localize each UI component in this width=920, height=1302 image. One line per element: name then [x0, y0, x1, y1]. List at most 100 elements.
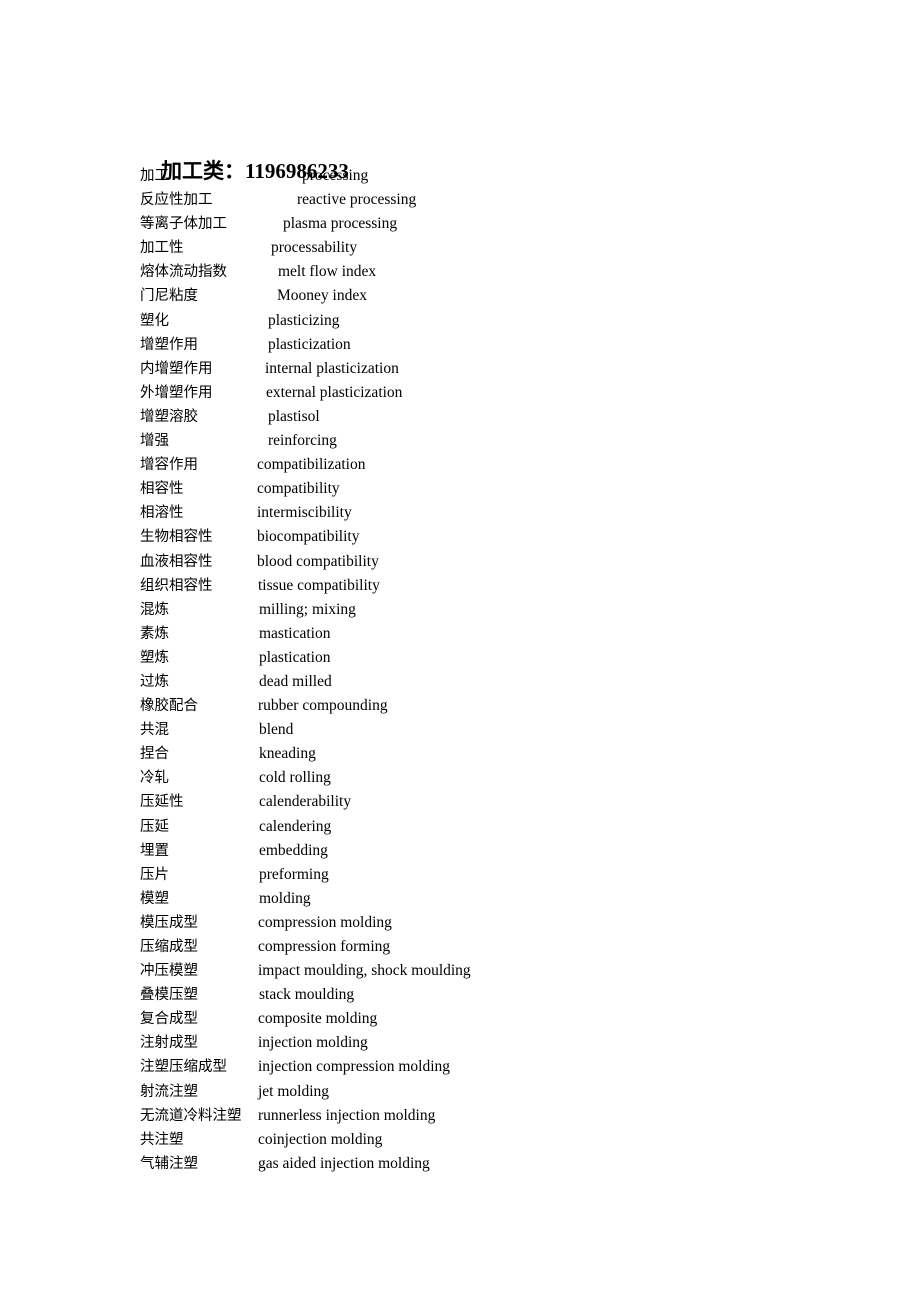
term-english: rubber compounding — [258, 697, 388, 715]
term-english: plastication — [259, 648, 331, 666]
term-chinese: 模塑 — [140, 890, 169, 907]
glossary-row: 压片 preforming — [140, 863, 840, 887]
glossary-row: 注塑压缩成型 injection compression molding — [140, 1055, 840, 1079]
term-english: calendering — [259, 817, 332, 835]
glossary-row: 增容作用 compatibilization — [140, 453, 840, 477]
glossary-row: 模塑 molding — [140, 887, 840, 911]
term-chinese: 冲压模塑 — [140, 963, 198, 980]
term-chinese: 橡胶配合 — [140, 698, 198, 715]
term-chinese: 内增塑作用 — [140, 360, 213, 377]
glossary-row: 加工性 processability — [140, 236, 840, 260]
glossary-row: 组织相容性 tissue compatibility — [140, 574, 840, 598]
term-english: kneading — [259, 745, 316, 763]
glossary-row: 内增塑作用 internal plasticization — [140, 357, 840, 381]
term-chinese: 增塑作用 — [140, 336, 198, 353]
glossary-list: 加工 processing 反应性加工 reactive processing 等离子体… — [140, 164, 840, 1176]
glossary-row: 外增塑作用 external plasticization — [140, 381, 840, 405]
term-chinese: 相容性 — [140, 481, 184, 498]
glossary-row: 冲压模塑 impact moulding, shock moulding — [140, 959, 840, 983]
term-chinese: 注射成型 — [140, 1035, 198, 1052]
term-english: plastisol — [268, 407, 320, 425]
term-chinese: 相溶性 — [140, 505, 184, 522]
term-chinese: 捏合 — [140, 746, 169, 763]
term-chinese: 组织相容性 — [140, 577, 213, 594]
glossary-row: 压延性 calenderability — [140, 790, 840, 814]
term-english: melt flow index — [278, 263, 377, 281]
glossary-row: 增塑溶胶 plastisol — [140, 405, 840, 429]
term-english: impact moulding, shock moulding — [258, 962, 471, 980]
glossary-row: 相溶性 intermiscibility — [140, 501, 840, 525]
glossary-row: 混炼 milling; mixing — [140, 598, 840, 622]
term-english: cold rolling — [259, 769, 331, 787]
glossary-row: 压延 calendering — [140, 815, 840, 839]
term-english: coinjection molding — [258, 1130, 383, 1148]
glossary-row: 熔体流动指数 melt flow index — [140, 260, 840, 284]
term-chinese: 叠模压塑 — [140, 987, 198, 1004]
term-english: stack moulding — [259, 986, 355, 1004]
term-english: embedding — [259, 841, 328, 859]
glossary-row: 共注塑 coinjection molding — [140, 1128, 840, 1152]
term-english: internal plasticization — [265, 359, 399, 377]
term-english: reactive processing — [297, 191, 417, 209]
glossary-row: 橡胶配合 rubber compounding — [140, 694, 840, 718]
term-chinese: 过炼 — [140, 673, 169, 690]
term-chinese: 无流道冷料注塑 — [140, 1107, 242, 1124]
term-english: tissue compatibility — [258, 576, 380, 594]
term-chinese: 压延性 — [140, 794, 184, 811]
term-chinese: 冷轧 — [140, 770, 169, 787]
glossary-row: 增强 reinforcing — [140, 429, 840, 453]
term-chinese: 射流注塑 — [140, 1083, 198, 1100]
term-english: runnerless injection molding — [258, 1106, 436, 1124]
term-chinese: 复合成型 — [140, 1011, 198, 1028]
term-english: dead milled — [259, 672, 332, 690]
term-chinese: 塑炼 — [140, 649, 169, 666]
term-english: external plasticization — [266, 383, 403, 401]
term-english: compression molding — [258, 913, 392, 931]
glossary-row: 反应性加工 reactive processing — [140, 188, 840, 212]
term-chinese: 增强 — [140, 433, 169, 450]
glossary-row: 加工 processing — [140, 164, 840, 188]
term-english: biocompatibility — [257, 528, 360, 546]
term-chinese: 混炼 — [140, 601, 169, 618]
term-english: processing — [302, 167, 369, 184]
glossary-row: 共混 blend — [140, 718, 840, 742]
term-english: processability — [271, 239, 358, 257]
term-english: blood compatibility — [257, 552, 379, 570]
term-chinese: 熔体流动指数 — [140, 264, 227, 281]
term-chinese: 塑化 — [140, 312, 169, 329]
term-english: compatibility — [257, 480, 340, 498]
glossary-row: 增塑作用 plasticization — [140, 333, 840, 357]
term-english: mastication — [259, 624, 331, 642]
term-chinese: 模压成型 — [140, 914, 198, 931]
glossary-row: 埋置 embedding — [140, 839, 840, 863]
term-english: Mooney index — [277, 287, 367, 305]
glossary-row: 压缩成型 compression forming — [140, 935, 840, 959]
term-english: injection compression molding — [258, 1058, 451, 1076]
term-chinese: 气辅注塑 — [140, 1155, 198, 1172]
term-chinese: 等离子体加工 — [140, 216, 227, 233]
term-english: plasticization — [268, 335, 351, 353]
term-chinese: 反应性加工 — [140, 192, 213, 209]
glossary-row: 气辅注塑 gas aided injection molding — [140, 1152, 840, 1176]
term-english: molding — [259, 889, 311, 907]
term-english: preforming — [259, 865, 329, 883]
term-chinese: 埋置 — [140, 842, 169, 859]
term-english: jet molding — [258, 1082, 330, 1100]
glossary-row: 注射成型 injection molding — [140, 1031, 840, 1055]
term-chinese: 加工 — [140, 168, 169, 184]
term-chinese: 压缩成型 — [140, 939, 198, 955]
term-english: blend — [259, 721, 294, 739]
glossary-row: 门尼粘度 Mooney index — [140, 284, 840, 308]
term-chinese: 门尼粘度 — [140, 288, 198, 305]
term-english: compression forming — [258, 938, 391, 955]
term-english: injection molding — [258, 1034, 368, 1052]
term-chinese: 共混 — [140, 722, 169, 739]
term-english: composite molding — [258, 1010, 378, 1028]
glossary-row: 叠模压塑 stack moulding — [140, 983, 840, 1007]
term-english: reinforcing — [268, 432, 337, 450]
term-english: milling; mixing — [259, 600, 356, 618]
glossary-row: 无流道冷料注塑 runnerless injection molding — [140, 1104, 840, 1128]
glossary-row: 血液相容性 blood compatibility — [140, 550, 840, 574]
term-chinese: 加工性 — [140, 240, 184, 257]
term-chinese: 注塑压缩成型 — [140, 1059, 227, 1076]
